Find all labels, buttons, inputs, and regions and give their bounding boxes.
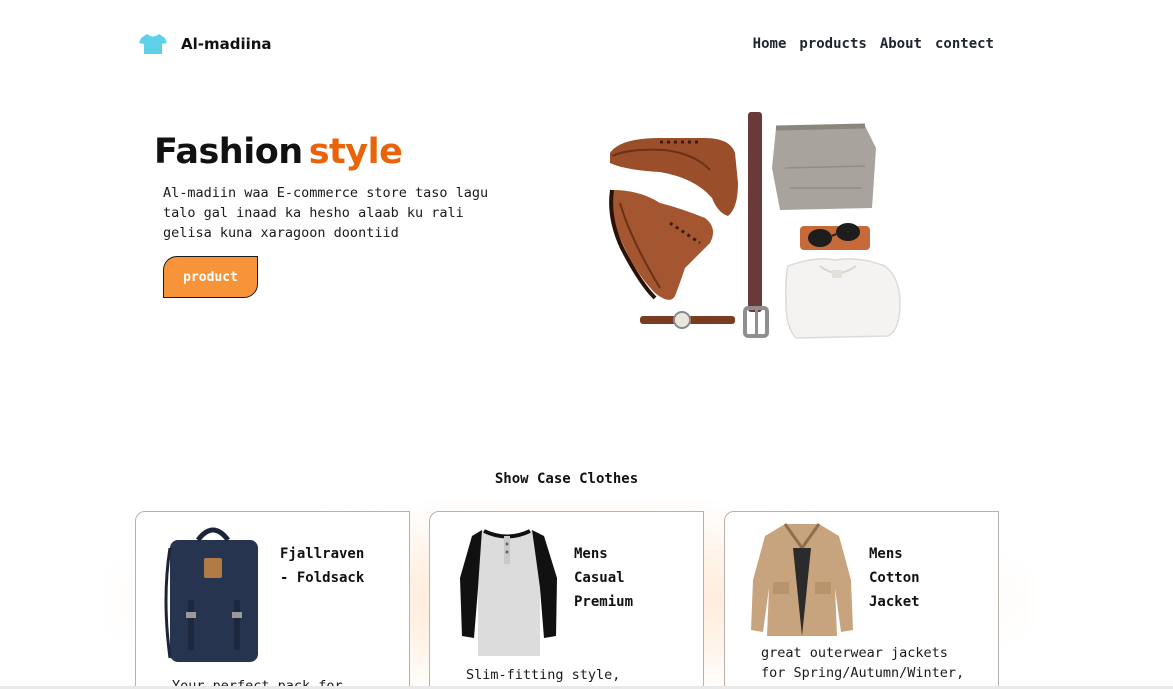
product-name-line: Fjallraven xyxy=(280,546,365,562)
belt xyxy=(743,112,769,338)
product-name: Fjallraven - Foldsack xyxy=(280,542,400,590)
section-title: Show Case Clothes xyxy=(494,471,639,487)
product-name-line: Premium xyxy=(574,594,634,610)
product-name-line: Casual xyxy=(574,570,625,586)
trousers xyxy=(772,123,876,210)
backpack-image xyxy=(164,527,258,662)
product-name-line: Mens xyxy=(574,546,608,562)
product-name: Mens Cotton Jacket xyxy=(869,542,989,614)
product-description-line: for Spring/Autumn/Winter, xyxy=(761,665,965,681)
hero-title-accent: style xyxy=(308,132,403,172)
nav-link-about[interactable]: About xyxy=(880,36,922,52)
hero-description-line: talo gal inaad ka hesho alaab ku rali xyxy=(163,205,464,221)
white-tshirt xyxy=(785,258,901,339)
hero-title-main: Fashion xyxy=(154,132,303,172)
product-name-line: - Foldsack xyxy=(280,570,365,586)
navbar: Al-madiina Home products About contect xyxy=(138,28,998,62)
watch xyxy=(640,311,735,329)
raglan-shirt-image xyxy=(460,529,557,656)
nav-links: Home products About contect xyxy=(753,36,994,52)
brand-name: Al-madiina xyxy=(181,35,272,53)
hero-description-line: Al-madiin waa E-commerce store taso lagu xyxy=(163,185,489,201)
hero-description-line: gelisa kuna xaragoon doontiid xyxy=(163,225,399,241)
tshirt-icon xyxy=(139,34,167,54)
product-description: great outerwear jackets for Spring/Autum… xyxy=(761,643,981,683)
product-name-line: Jacket xyxy=(869,594,920,610)
product-button[interactable]: product xyxy=(163,256,258,298)
product-card[interactable]: Mens Casual Premium Slim-fitting style, xyxy=(429,511,704,689)
fashion-flatlay-image xyxy=(609,112,901,339)
product-description-line: Slim-fitting style, xyxy=(466,667,621,683)
hero-description: Al-madiin waa E-commerce store taso lagu… xyxy=(163,183,493,243)
sunglasses xyxy=(800,223,870,250)
boot-bottom xyxy=(609,189,714,300)
product-card[interactable]: Fjallraven - Foldsack Your perfect pack … xyxy=(135,511,410,689)
product-description: Slim-fitting style, xyxy=(466,665,686,685)
nav-link-home[interactable]: Home xyxy=(753,36,787,52)
product-name-line: Cotton xyxy=(869,570,920,586)
product-card[interactable]: Mens Cotton Jacket great outerwear jacke… xyxy=(724,511,999,689)
hero-title: Fashion style xyxy=(154,132,403,172)
nav-link-contact[interactable]: contect xyxy=(935,36,994,52)
brand[interactable]: Al-madiina xyxy=(138,32,272,56)
nav-link-products[interactable]: products xyxy=(799,36,866,52)
product-name: Mens Casual Premium xyxy=(574,542,694,614)
product-name-line: Mens xyxy=(869,546,903,562)
product-description-line: great outerwear jackets xyxy=(761,645,948,661)
